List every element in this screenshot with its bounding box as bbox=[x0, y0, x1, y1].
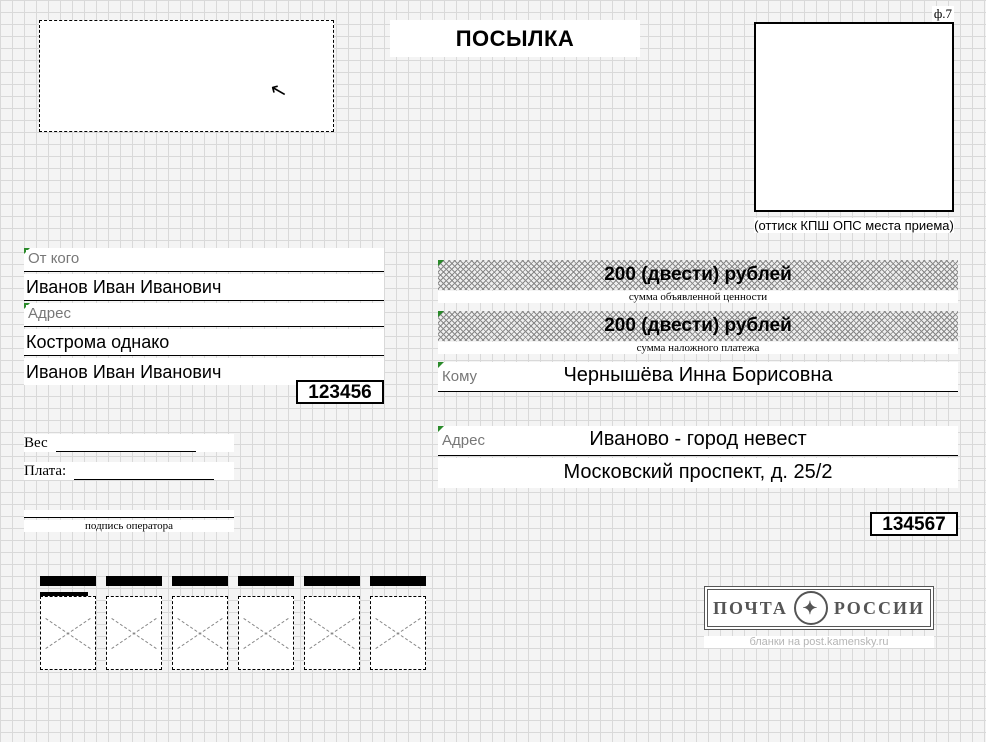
pochta-right: РОССИИ bbox=[834, 598, 925, 619]
declared-value: 200 (двести) рублей bbox=[598, 264, 798, 286]
pochta-rossii-stamp: ПОЧТА ✦ РОССИИ bbox=[704, 586, 934, 630]
stamp-caption: (оттиск КПШ ОПС места приема) bbox=[754, 218, 954, 233]
index-topbar bbox=[22, 576, 422, 586]
stamp-box bbox=[754, 22, 954, 212]
from-label: От кого bbox=[26, 250, 81, 267]
index-cells bbox=[40, 596, 426, 670]
operator-sig-caption: подпись оператора bbox=[24, 520, 234, 532]
recipient-index: 134567 bbox=[870, 512, 958, 536]
payment-value: 200 (двести) рублей bbox=[598, 315, 798, 337]
payment-value-caption: сумма наложного платежа bbox=[438, 342, 958, 354]
fee-row: Плата: bbox=[24, 462, 234, 480]
declared-value-bar: 200 (двести) рублей bbox=[438, 260, 958, 290]
index-cell bbox=[238, 596, 294, 670]
recipient-name: Чернышёва Инна Борисовна bbox=[438, 364, 958, 387]
index-cell bbox=[370, 596, 426, 670]
pochta-left: ПОЧТА bbox=[713, 598, 788, 619]
recipient-name-block: Кому Чернышёва Инна Борисовна bbox=[438, 362, 958, 394]
recipient-addr-2: Московский проспект, д. 25/2 bbox=[438, 461, 958, 484]
recipient-addr-1: Иваново - город невест bbox=[438, 428, 958, 451]
sender-name: Иванов Иван Иванович bbox=[26, 277, 221, 298]
sender-block: От кого Иванов Иван Иванович Адрес Костр… bbox=[24, 248, 384, 387]
declared-value-caption: сумма объявленной ценности bbox=[438, 291, 958, 303]
sender-dashed-box bbox=[39, 20, 334, 132]
sender-addr-label: Адрес bbox=[26, 305, 73, 322]
credit-line: бланки на post.kamensky.ru bbox=[704, 636, 934, 648]
index-cell bbox=[304, 596, 360, 670]
index-cell bbox=[172, 596, 228, 670]
sender-addr-2: Иванов Иван Иванович bbox=[26, 362, 221, 383]
eagle-emblem-icon: ✦ bbox=[794, 591, 828, 625]
payment-value-bar: 200 (двести) рублей bbox=[438, 311, 958, 341]
index-cell bbox=[40, 596, 96, 670]
fee-label: Плата: bbox=[24, 463, 66, 479]
weight-label: Вес bbox=[24, 435, 48, 451]
form-code: ф.7 bbox=[932, 6, 954, 22]
document-title: ПОСЫЛКА bbox=[390, 20, 640, 57]
sender-addr-1: Кострома однако bbox=[26, 332, 169, 353]
fee-line bbox=[74, 466, 214, 480]
weight-line bbox=[56, 438, 196, 452]
operator-sig-line bbox=[24, 510, 234, 518]
sender-index: 123456 bbox=[296, 380, 384, 404]
index-cell bbox=[106, 596, 162, 670]
weight-row: Вес bbox=[24, 434, 234, 452]
recipient-addr-block: Адрес Иваново - город невест Московский … bbox=[438, 426, 958, 490]
